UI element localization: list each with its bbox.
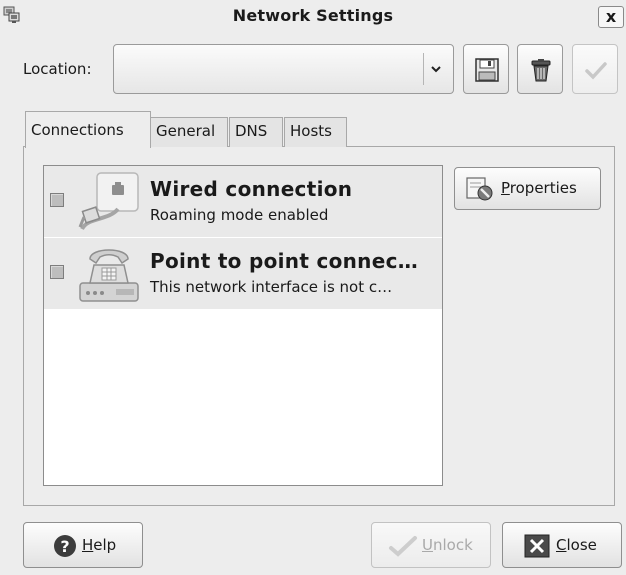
tab-hosts[interactable]: Hosts (284, 117, 347, 147)
properties-icon (466, 177, 493, 201)
help-icon: ? (54, 535, 76, 557)
combo-separator (423, 53, 424, 85)
tab-connections[interactable]: Connections (25, 111, 151, 148)
list-item-point-to-point[interactable]: Point to point connec… This network inte… (44, 238, 442, 309)
trash-can-icon (531, 59, 551, 82)
help-label: Help (82, 536, 117, 554)
connection-status: This network interface is not c… (150, 278, 393, 296)
close-icon (524, 534, 550, 558)
delete-location-button[interactable] (517, 44, 563, 94)
title-bar: Network Settings x (0, 0, 626, 32)
floppy-disk-icon (475, 58, 499, 82)
save-location-button[interactable] (463, 44, 509, 94)
telephone-modem-icon (79, 249, 139, 302)
properties-button[interactable]: Properties (454, 167, 601, 210)
connection-name: Wired connection (150, 177, 353, 201)
location-combobox[interactable] (113, 44, 454, 94)
help-button[interactable]: ? Help (23, 522, 143, 568)
window-close-button[interactable]: x (598, 6, 624, 28)
properties-label: Properties (501, 179, 577, 197)
location-label: Location: (23, 60, 92, 78)
connections-list[interactable]: Wired connection Roaming mode enabled Po… (43, 165, 443, 486)
connection-status: Roaming mode enabled (150, 206, 329, 224)
apply-location-button[interactable] (572, 44, 618, 94)
connection-name: Point to point connec… (150, 249, 419, 273)
svg-text:?: ? (60, 537, 69, 556)
chevron-down-icon (431, 66, 441, 73)
point-to-point-checkbox[interactable] (50, 265, 64, 279)
tab-dns[interactable]: DNS (229, 117, 283, 147)
wired-connection-checkbox[interactable] (50, 193, 64, 207)
close-label: Close (556, 536, 597, 554)
tab-general[interactable]: General (150, 117, 228, 147)
unlock-label: Unlock (422, 536, 473, 554)
close-button[interactable]: Close (502, 522, 622, 568)
ethernet-icon (78, 172, 139, 231)
window-title: Network Settings (232, 6, 394, 25)
list-item-wired-connection[interactable]: Wired connection Roaming mode enabled (44, 166, 442, 237)
checkmark-icon (389, 536, 417, 557)
unlock-button[interactable]: Unlock (371, 522, 491, 568)
checkmark-icon (585, 62, 607, 80)
